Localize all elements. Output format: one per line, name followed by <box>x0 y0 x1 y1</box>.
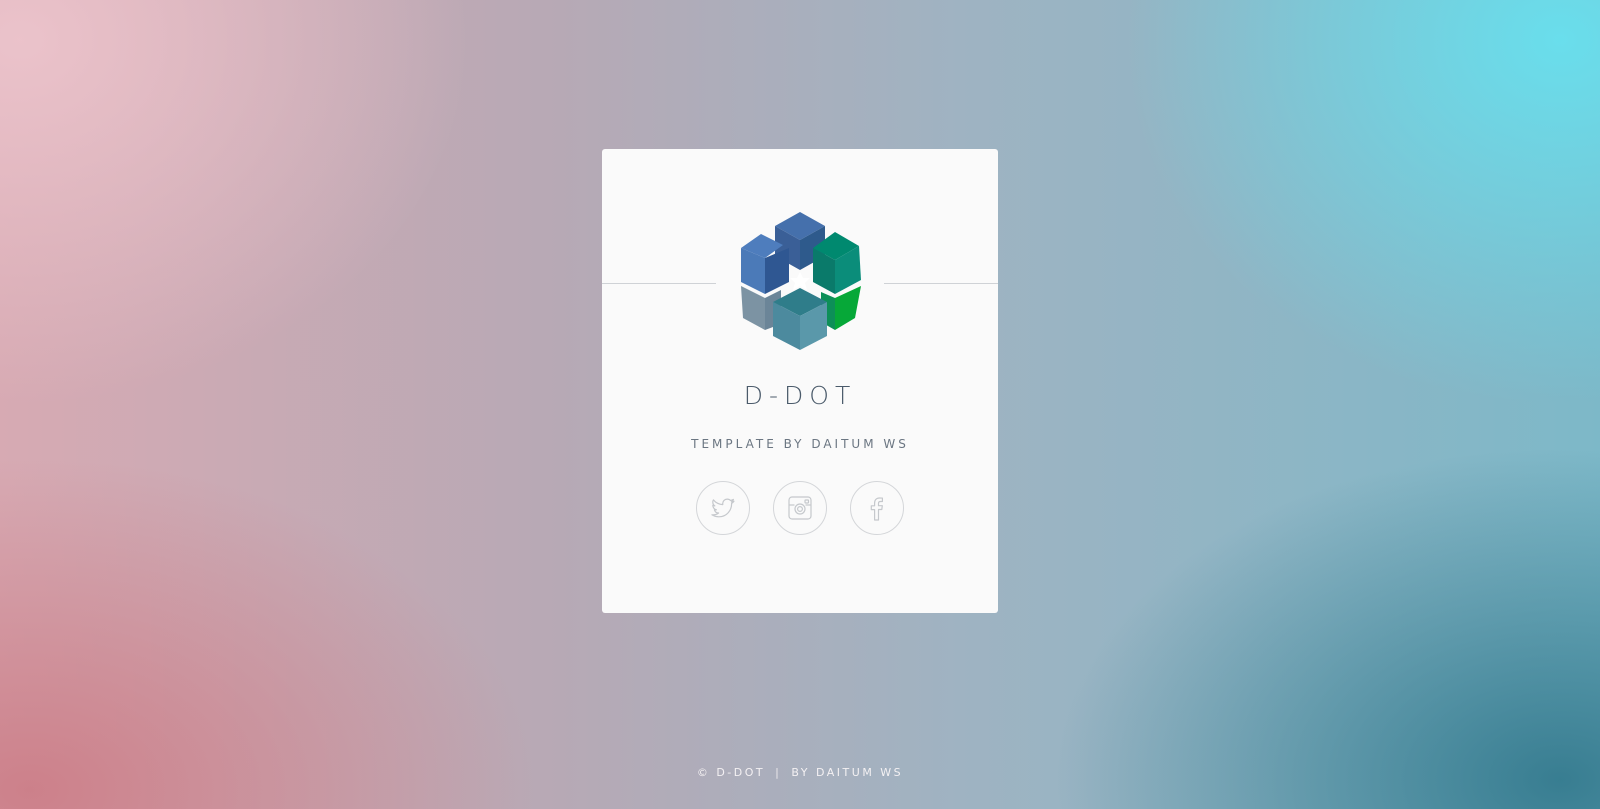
twitter-button[interactable] <box>696 481 750 535</box>
social-links <box>696 481 904 537</box>
left-divider <box>602 283 716 284</box>
site-subtitle: TEMPLATE BY DAITUM WS <box>691 437 909 451</box>
instagram-icon <box>788 496 812 520</box>
footer-separator: | <box>775 766 782 779</box>
footer: © D-DOT | BY DAITUM WS <box>0 766 1600 779</box>
intro-card: D-DOT TEMPLATE BY DAITUM WS <box>602 149 998 613</box>
right-divider <box>884 283 998 284</box>
instagram-button[interactable] <box>773 481 827 535</box>
facebook-icon <box>870 497 883 521</box>
footer-credit-link[interactable]: BY DAITUM WS <box>791 766 903 779</box>
footer-copyright: © D-DOT <box>696 766 766 779</box>
site-title: D-DOT <box>743 381 857 410</box>
facebook-button[interactable] <box>850 481 904 535</box>
cube-cluster-logo <box>741 212 861 350</box>
twitter-icon <box>711 498 735 518</box>
